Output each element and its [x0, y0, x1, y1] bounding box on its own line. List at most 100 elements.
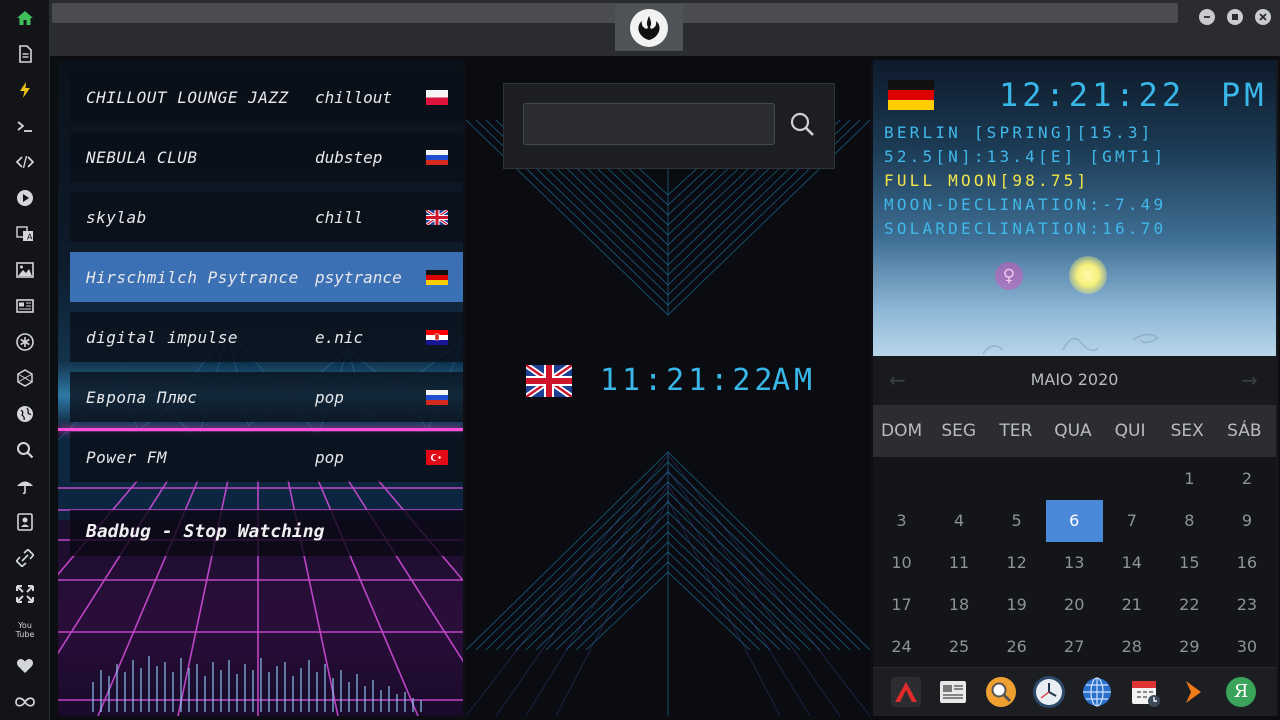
sun-icon — [1069, 256, 1107, 294]
calendar-app-icon[interactable] — [1127, 674, 1163, 710]
germany-flag-icon — [888, 80, 934, 110]
calendar-day[interactable]: 27 — [1046, 626, 1103, 668]
search-app-icon[interactable] — [983, 674, 1019, 710]
station-row[interactable]: Европа Плюс pop — [70, 372, 463, 422]
maximize-button[interactable] — [1227, 9, 1243, 25]
calendar-day[interactable]: 11 — [931, 542, 988, 584]
calendar-day[interactable]: 9 — [1218, 500, 1275, 542]
calendar-day[interactable]: 3 — [873, 500, 930, 542]
germany-flag-icon — [426, 269, 448, 285]
station-name: digital impulse — [86, 327, 238, 347]
calendar-day[interactable]: 10 — [873, 542, 930, 584]
astro-clock-widget: 12:21:22 PM BERLIN [SPRING][15.3] 52.5[N… — [873, 60, 1276, 356]
terminal-icon[interactable] — [13, 114, 37, 138]
calendar-day[interactable]: 22 — [1161, 584, 1218, 626]
calendar-day[interactable]: 23 — [1218, 584, 1275, 626]
station-row[interactable]: digital impulse e.nic — [70, 312, 463, 362]
berlin-ampm: PM — [1221, 76, 1268, 114]
station-genre: chillout — [315, 87, 393, 107]
uk-flag-icon — [526, 365, 572, 397]
calendar-day[interactable]: 28 — [1103, 626, 1160, 668]
title-bar — [50, 0, 1280, 56]
contact-icon[interactable] — [13, 510, 37, 534]
calendar-day[interactable]: 5 — [988, 500, 1045, 542]
calendar-day[interactable]: 2 — [1218, 458, 1275, 500]
search-icon[interactable] — [13, 438, 37, 462]
calendar-grid: 1 2 3 4 5 6 7 8 9 10 11 12 13 14 15 16 17 18 19 20 21 22 23 24 2… — [873, 457, 1276, 667]
calendar-day[interactable]: 24 — [873, 626, 930, 668]
calendar-day-today[interactable]: 6 — [1045, 500, 1103, 542]
arrow-app-icon[interactable] — [888, 674, 924, 710]
infinity-icon[interactable] — [13, 690, 37, 714]
calendar-day[interactable]: 19 — [988, 584, 1045, 626]
umbrella-icon[interactable] — [13, 474, 37, 498]
station-row[interactable]: skylab chill — [70, 192, 463, 242]
main-content: CHILLOUT LOUNGE JAZZ chillout NEBULA CLU… — [58, 60, 1278, 716]
search-icon — [790, 112, 814, 136]
minimize-button[interactable] — [1199, 9, 1215, 25]
globe-app-icon[interactable] — [1079, 674, 1115, 710]
youtube-icon[interactable]: You Tube — [13, 618, 37, 642]
calendar-header: ← MAIO 2020 → — [873, 356, 1276, 404]
yandex-letter: Я — [1233, 681, 1249, 702]
station-row[interactable]: CHILLOUT LOUNGE JAZZ chillout — [70, 72, 463, 122]
next-month-button[interactable]: → — [1241, 368, 1258, 392]
uk-flag-icon — [426, 209, 448, 225]
calendar-day[interactable]: 14 — [1103, 542, 1160, 584]
uk-time: 11:21:22 — [600, 363, 777, 398]
search-input[interactable] — [523, 103, 775, 145]
weekday-label: SEX — [1170, 421, 1204, 441]
heart-icon[interactable] — [13, 654, 37, 678]
search-button[interactable] — [784, 106, 820, 142]
calendar-day[interactable]: 13 — [1046, 542, 1103, 584]
location-season: BERLIN [SPRING][15.3] — [884, 123, 1154, 142]
hexagon-icon[interactable] — [13, 366, 37, 390]
calendar-day[interactable]: 8 — [1161, 500, 1218, 542]
calendar-day[interactable]: 12 — [988, 542, 1045, 584]
station-row-selected[interactable]: Hirschmilch Psytrance psytrance — [70, 252, 463, 302]
audio-equalizer — [92, 656, 422, 712]
search-box — [503, 83, 835, 169]
constellation-lines — [982, 333, 1160, 355]
calendar-day[interactable]: 25 — [931, 626, 988, 668]
calendar-day[interactable]: 16 — [1218, 542, 1275, 584]
station-name: CHILLOUT LOUNGE JAZZ — [86, 87, 289, 107]
newspaper-app-icon[interactable] — [935, 674, 971, 710]
station-row[interactable]: NEBULA CLUB dubstep — [70, 132, 463, 182]
yandex-app-icon[interactable]: Я — [1223, 674, 1259, 710]
translate-icon[interactable]: A — [13, 222, 37, 246]
russia-flag-icon — [426, 389, 448, 405]
station-row[interactable]: Power FM pop — [70, 432, 463, 482]
calendar-day[interactable]: 30 — [1218, 626, 1275, 668]
lightning-icon[interactable] — [13, 78, 37, 102]
venus-icon: ♀ — [995, 262, 1023, 290]
logo-tab[interactable] — [615, 4, 683, 51]
station-genre: pop — [315, 387, 344, 407]
expand-icon[interactable] — [13, 582, 37, 606]
calendar-day[interactable]: 29 — [1161, 626, 1218, 668]
news-icon[interactable] — [13, 294, 37, 318]
document-icon[interactable] — [13, 42, 37, 66]
calendar-day[interactable]: 15 — [1161, 542, 1218, 584]
image-icon[interactable] — [13, 258, 37, 282]
home-icon[interactable] — [13, 6, 37, 30]
forward-app-icon[interactable] — [1175, 674, 1211, 710]
close-button[interactable] — [1255, 9, 1271, 25]
play-icon[interactable] — [13, 186, 37, 210]
calendar-day[interactable]: 26 — [988, 626, 1045, 668]
clock-app-icon[interactable] — [1031, 674, 1067, 710]
calendar-day[interactable]: 21 — [1103, 584, 1160, 626]
code-icon[interactable] — [13, 150, 37, 174]
station-genre: pop — [315, 447, 344, 467]
calendar-day[interactable]: 7 — [1103, 500, 1160, 542]
croatia-flag-icon — [426, 329, 448, 345]
calendar-day[interactable]: 4 — [931, 500, 988, 542]
calendar-day[interactable]: 1 — [1161, 458, 1218, 500]
turkey-flag-icon — [426, 449, 448, 465]
calendar-day[interactable]: 20 — [1046, 584, 1103, 626]
globe-icon[interactable] — [13, 402, 37, 426]
asterisk-icon[interactable] — [13, 330, 37, 354]
link-icon[interactable] — [13, 546, 37, 570]
calendar-day[interactable]: 18 — [931, 584, 988, 626]
calendar-day[interactable]: 17 — [873, 584, 930, 626]
